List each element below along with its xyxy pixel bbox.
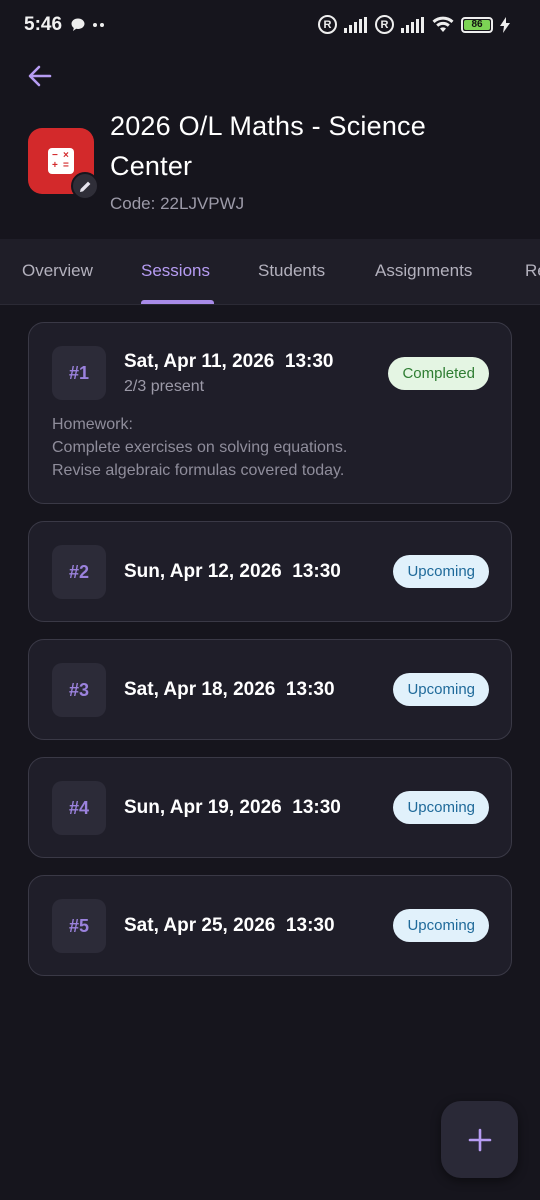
session-attendance: 2/3 present: [124, 378, 205, 395]
battery-icon: 86: [461, 16, 493, 33]
back-button[interactable]: [22, 58, 58, 94]
tab-sessions[interactable]: Sessions: [141, 239, 210, 303]
homework-heading: Homework:: [52, 416, 133, 433]
pencil-icon: [79, 181, 90, 192]
session-number: #2: [52, 545, 106, 599]
status-bar: 5:46 R R 86: [0, 0, 540, 52]
class-code: Code: 22LJVPWJ: [110, 194, 245, 213]
session-date: Sat, Apr 25, 2026 13:30: [124, 915, 335, 936]
wifi-icon: [432, 16, 454, 32]
session-number: #1: [52, 346, 106, 400]
session-card-5[interactable]: #5 Sat, Apr 25, 2026 13:30 Upcoming: [28, 875, 512, 976]
homework-line: Revise algebraic formulas covered today.: [52, 462, 345, 479]
session-card-1[interactable]: #1 Sat, Apr 11, 2026 13:30 2/3 present C…: [28, 322, 512, 504]
status-badge: Upcoming: [393, 555, 489, 588]
session-number: #3: [52, 663, 106, 717]
more-dots-icon: [93, 23, 104, 27]
status-badge: Upcoming: [393, 909, 489, 942]
tab-more[interactable]: Re: [525, 239, 540, 303]
active-tab-indicator: [141, 300, 214, 304]
tab-assignments[interactable]: Assignments: [375, 239, 472, 303]
status-time: 5:46: [24, 14, 63, 35]
session-date: Sun, Apr 19, 2026 13:30: [124, 797, 341, 818]
chat-bubble-icon: [71, 18, 85, 31]
session-card-3[interactable]: #3 Sat, Apr 18, 2026 13:30 Upcoming: [28, 639, 512, 740]
session-number: #5: [52, 899, 106, 953]
homework-line: Complete exercises on solving equations.: [52, 439, 348, 456]
session-date: Sun, Apr 12, 2026 13:30: [124, 561, 341, 582]
status-badge: Upcoming: [393, 673, 489, 706]
battery-level: 86: [464, 19, 490, 30]
screen: 5:46 R R 86 − × + = 2026 O/L Maths - Sci…: [0, 0, 540, 1200]
session-card-4[interactable]: #4 Sun, Apr 19, 2026 13:30 Upcoming: [28, 757, 512, 858]
system-icons: R R 86: [318, 15, 510, 34]
roaming-icon-2: R: [375, 15, 394, 34]
session-card-2[interactable]: #2 Sun, Apr 12, 2026 13:30 Upcoming: [28, 521, 512, 622]
charging-bolt-icon: [500, 16, 510, 33]
calculator-icon: − × + =: [48, 148, 74, 174]
signal-icon: [344, 16, 367, 33]
arrow-left-icon: [28, 65, 52, 87]
tab-overview[interactable]: Overview: [22, 239, 93, 303]
add-session-button[interactable]: [441, 1101, 518, 1178]
class-title: 2026 O/L Maths - Science Center: [110, 111, 426, 181]
session-date: Sat, Apr 11, 2026 13:30: [124, 351, 334, 372]
session-number: #4: [52, 781, 106, 835]
tab-students[interactable]: Students: [258, 239, 325, 303]
roaming-icon: R: [318, 15, 337, 34]
session-homework: Homework: Complete exercises on solving …: [52, 413, 347, 482]
status-badge: Completed: [388, 357, 489, 390]
notification-icons: [70, 17, 106, 33]
status-badge: Upcoming: [393, 791, 489, 824]
edit-icon-button[interactable]: [71, 172, 99, 200]
plus-icon: [468, 1128, 491, 1151]
signal-icon-2: [401, 16, 424, 33]
tab-bar: Overview Sessions Students Assignments R…: [0, 239, 540, 305]
session-date: Sat, Apr 18, 2026 13:30: [124, 679, 335, 700]
